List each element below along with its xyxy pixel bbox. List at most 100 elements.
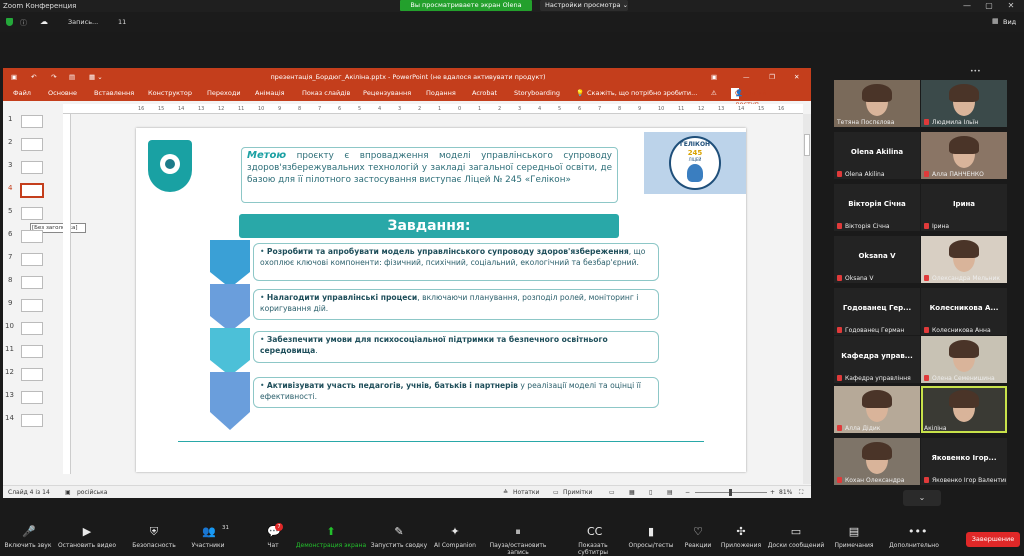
toolbar-summary-button[interactable]: ✎ Запустить сводку (370, 515, 428, 555)
scrollbar-thumb[interactable] (804, 134, 810, 156)
tab-home[interactable]: Основне (48, 86, 77, 101)
toolbar-captions-button[interactable]: CC Показать субтитры (563, 515, 623, 556)
slide-thumbnails-pane[interactable]: 1 2 3 4 5 [Без заголовка] 6 7 8 9 10 11 … (3, 101, 86, 481)
restore-icon[interactable]: ❐ (769, 68, 775, 86)
toolbar-reactions-button[interactable]: ♡ Реакции (682, 515, 714, 555)
slideshow-view-icon[interactable]: ▤ (667, 486, 673, 498)
participant-tile[interactable]: Ірина Ірина (921, 184, 1007, 231)
reading-view-icon[interactable]: ▯ (649, 486, 652, 498)
vertical-scrollbar[interactable] (803, 114, 811, 484)
task-item-3[interactable]: • Забезпечити умови для психосоціальної … (253, 331, 659, 363)
toolbar-share-screen-button[interactable]: ⬆ Демонстрация экрана (294, 515, 368, 555)
goal-textbox[interactable]: Метою проєкту є впровадження моделі упра… (241, 147, 618, 203)
toolbar-more-button[interactable]: ••• Дополнительно (880, 515, 948, 555)
slide-canvas[interactable]: ГЕЛІКОН 245 ЛІЦЕЙ Метою проєкту є впрова… (136, 128, 746, 472)
slide-thumbnail-14[interactable] (21, 414, 43, 427)
qat-customize-icon[interactable]: ▦ ⌄ (89, 68, 103, 86)
tell-me-search[interactable]: Скажіть, що потрібно зробити... (587, 86, 697, 101)
slide-thumbnail-7[interactable] (21, 253, 43, 266)
minimize-icon[interactable]: — (956, 0, 978, 12)
task-item-1[interactable]: • Розробити та апробувати модель управлі… (253, 243, 659, 281)
more-horizontal-icon[interactable]: ••• (970, 68, 981, 75)
comments-button[interactable]: Примітки (563, 486, 592, 498)
toolbar-video-button[interactable]: ▶ Остановить видео (55, 515, 119, 555)
share-button[interactable]: 👤Спільний доступ (731, 88, 766, 108)
toolbar-shield-button[interactable]: ⛨ Безопасность (128, 515, 180, 555)
tab-transitions[interactable]: Переходи (207, 86, 241, 101)
tab-view[interactable]: Подання (426, 86, 456, 101)
notes-button[interactable]: Нотатки (513, 486, 539, 498)
participant-tile[interactable]: Oksana V Oksana V (834, 236, 920, 283)
slide-thumbnail-3[interactable] (21, 161, 43, 174)
participant-tile[interactable]: Олександра Мельник (921, 236, 1007, 283)
undo-icon[interactable]: ↶ (31, 68, 36, 86)
end-meeting-button[interactable]: Завершение (966, 532, 1020, 547)
view-button[interactable]: Вид (1003, 18, 1016, 26)
tab-file[interactable]: Файл (13, 86, 31, 101)
start-slideshow-icon[interactable]: ▤ (69, 68, 75, 86)
toolbar-ai-companion-button[interactable]: ✦ AI Companion (432, 515, 478, 555)
tab-insert[interactable]: Вставлення (94, 86, 134, 101)
close-icon[interactable]: ✕ (794, 68, 799, 86)
toolbar-apps-button[interactable]: ✣ Приложения (718, 515, 764, 555)
participant-tile[interactable]: Вікторія Січна Вікторія Січна (834, 184, 920, 231)
participant-tile[interactable]: Олена Семенишина (921, 336, 1007, 383)
slide-thumbnail-5[interactable] (21, 207, 43, 220)
participant-tile[interactable]: Алла ПАНЧЕНКО (921, 132, 1007, 179)
maximize-icon[interactable]: ▢ (978, 0, 1000, 12)
participant-tile[interactable]: Колесникова А... Колесникова Анна (921, 288, 1007, 335)
toolbar-mic-off-button[interactable]: 🎤 Включить звук (4, 515, 52, 555)
info-icon[interactable]: ⓘ (20, 18, 27, 28)
zoom-slider[interactable] (695, 489, 767, 496)
language-label[interactable]: російська (77, 486, 107, 498)
zoom-out-icon[interactable]: − (685, 486, 690, 498)
slide-thumbnail-12[interactable] (21, 368, 43, 381)
tab-review[interactable]: Рецензування (363, 86, 411, 101)
normal-view-icon[interactable]: ▭ (609, 486, 615, 498)
participant-tile[interactable]: Olena Akilina Olena Akilina (834, 132, 920, 179)
participant-tile[interactable]: Тетяна Поспєлова (834, 80, 920, 127)
task-item-2[interactable]: • Налагодити управлінські процеси, включ… (253, 289, 659, 320)
tab-design[interactable]: Конструктор (148, 86, 192, 101)
chevron-down-icon[interactable]: ⌄ (903, 490, 941, 506)
view-settings-dropdown[interactable]: Настройки просмотра ⌄ (540, 0, 628, 11)
participant-tile[interactable]: Годованец Гер... Годованец Герман (834, 288, 920, 335)
slide-thumbnail-8[interactable] (21, 276, 43, 289)
slide-thumbnail-9[interactable] (21, 299, 43, 312)
slide-sorter-icon[interactable]: ▦ (629, 486, 635, 498)
minimize-icon[interactable]: — (743, 68, 750, 86)
slide-thumbnail-13[interactable] (21, 391, 43, 404)
ribbon-display-icon[interactable]: ▣ (711, 68, 717, 86)
tab-animations[interactable]: Анімація (255, 86, 285, 101)
slide-thumbnail-6[interactable] (21, 230, 43, 243)
zoom-slider-thumb[interactable] (729, 489, 732, 496)
fit-slide-icon[interactable]: ⛶ (799, 486, 803, 498)
toolbar-notes-button[interactable]: ▤ Примечания (830, 515, 878, 555)
participant-tile[interactable]: Кохан Олександра (834, 438, 920, 485)
participant-tile[interactable]: Алла Дідик (834, 386, 920, 433)
slide-thumbnail-2[interactable] (21, 138, 43, 151)
zoom-level[interactable]: 81% (779, 486, 792, 498)
participant-tile[interactable]: Кафедра управ... Кафедра управління (834, 336, 920, 383)
zoom-in-icon[interactable]: + (770, 486, 775, 498)
slide-thumbnail-11[interactable] (21, 345, 43, 358)
tab-storyboarding[interactable]: Storyboarding (514, 86, 560, 101)
spellcheck-icon[interactable]: ▣ (65, 486, 71, 498)
toolbar-participants-button[interactable]: 👥 Участники (188, 515, 228, 555)
close-icon[interactable]: ✕ (1000, 0, 1022, 12)
participant-tile[interactable]: Яковенко Ігор... Яковенко Ігор Валентинов… (921, 438, 1007, 485)
toolbar-whiteboards-button[interactable]: ▭ Доски сообщений (766, 515, 826, 555)
toolbar-pause-record-button[interactable]: ⏸ Пауза/остановить запись (478, 515, 558, 556)
redo-icon[interactable]: ↷ (51, 68, 56, 86)
slide-thumbnail-10[interactable] (21, 322, 43, 335)
participant-tile[interactable]: Людмила Ільїн (921, 80, 1007, 127)
slide-thumbnail-1[interactable] (21, 115, 43, 128)
participant-tile[interactable]: Акіліна (921, 386, 1007, 433)
toolbar-chat-button[interactable]: 💬 Чат (258, 515, 288, 555)
toolbar-polls-button[interactable]: ▮ Опросы/тесты (626, 515, 676, 555)
tab-slideshow[interactable]: Показ слайдів (302, 86, 350, 101)
shield-icon[interactable] (6, 18, 13, 26)
save-icon[interactable]: ▣ (11, 68, 17, 86)
task-item-4[interactable]: • Активізувати участь педагогів, учнів, … (253, 377, 659, 408)
slide-thumbnail-4-selected[interactable] (20, 183, 44, 198)
